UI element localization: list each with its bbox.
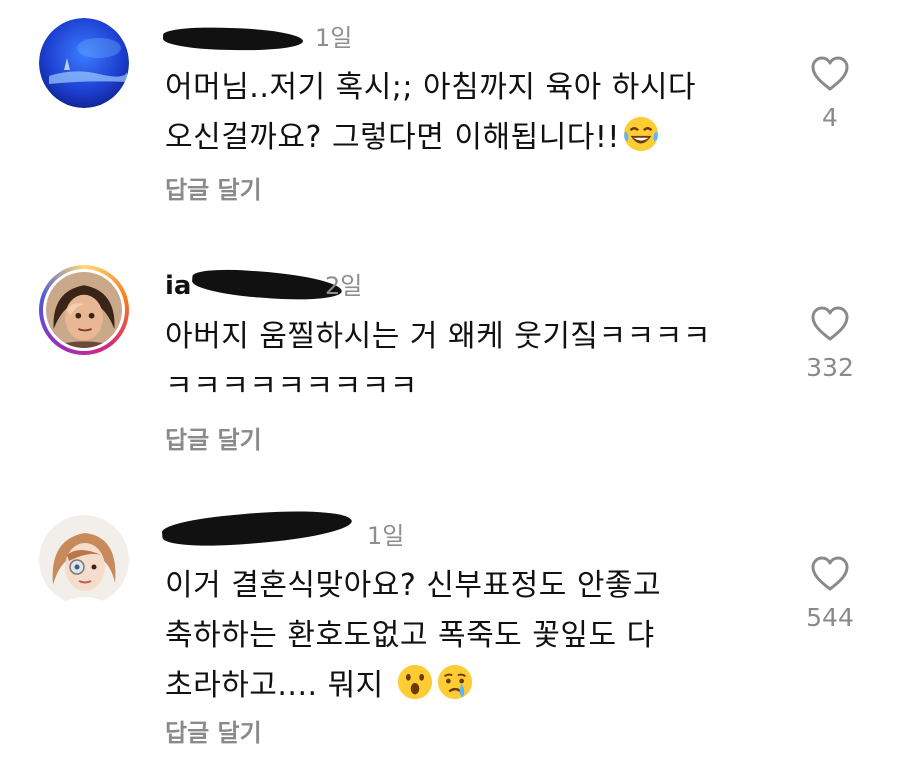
comment-time: 1일: [367, 522, 405, 550]
crying-emoji: [437, 664, 472, 700]
avatar-image: [46, 272, 122, 348]
comment-text: 이거 결혼식맞아요? 신부표정도 안좋고 축하하는 환호도없고 폭죽도 꽃잎도 …: [165, 568, 662, 703]
heart-outline-icon: [811, 556, 849, 591]
surprised-emoji: [397, 664, 432, 700]
username-redaction: [162, 26, 304, 52]
username[interactable]: ia: [165, 266, 191, 306]
avatar-story-ring: [43, 269, 125, 351]
comment-time: 2일: [325, 272, 363, 300]
avatar-image: [39, 515, 129, 605]
like-button[interactable]: 332: [805, 305, 855, 382]
username-redaction: [161, 504, 353, 552]
laugh-tears-emoji: [623, 116, 659, 152]
reply-button[interactable]: 답글 달기: [165, 420, 262, 455]
like-button[interactable]: 4: [805, 55, 855, 132]
like-count: 544: [806, 603, 854, 632]
avatar[interactable]: [39, 515, 129, 605]
like-count: 332: [806, 353, 854, 382]
avatar[interactable]: [39, 18, 129, 108]
like-count: 4: [822, 103, 838, 132]
like-button[interactable]: 544: [805, 555, 855, 632]
avatar-image: [39, 18, 129, 108]
comment-text: 아버지 움찔하시는 거 왜케 웃기짘ㅋㅋㅋㅋ ㅋㅋㅋㅋㅋㅋㅋㅋㅋ: [165, 319, 711, 404]
reply-button[interactable]: 답글 달기: [165, 170, 262, 205]
avatar[interactable]: [39, 265, 129, 355]
comment-text: 어머님..저기 혹시;; 아침까지 육아 하시다 오신걸까요? 그렇다면 이해됩…: [165, 70, 697, 155]
reply-button[interactable]: 답글 달기: [165, 713, 262, 748]
heart-outline-icon: [811, 306, 849, 341]
comment-time: 1일: [315, 24, 353, 52]
username-redaction: [191, 266, 343, 304]
heart-outline-icon: [811, 56, 849, 91]
